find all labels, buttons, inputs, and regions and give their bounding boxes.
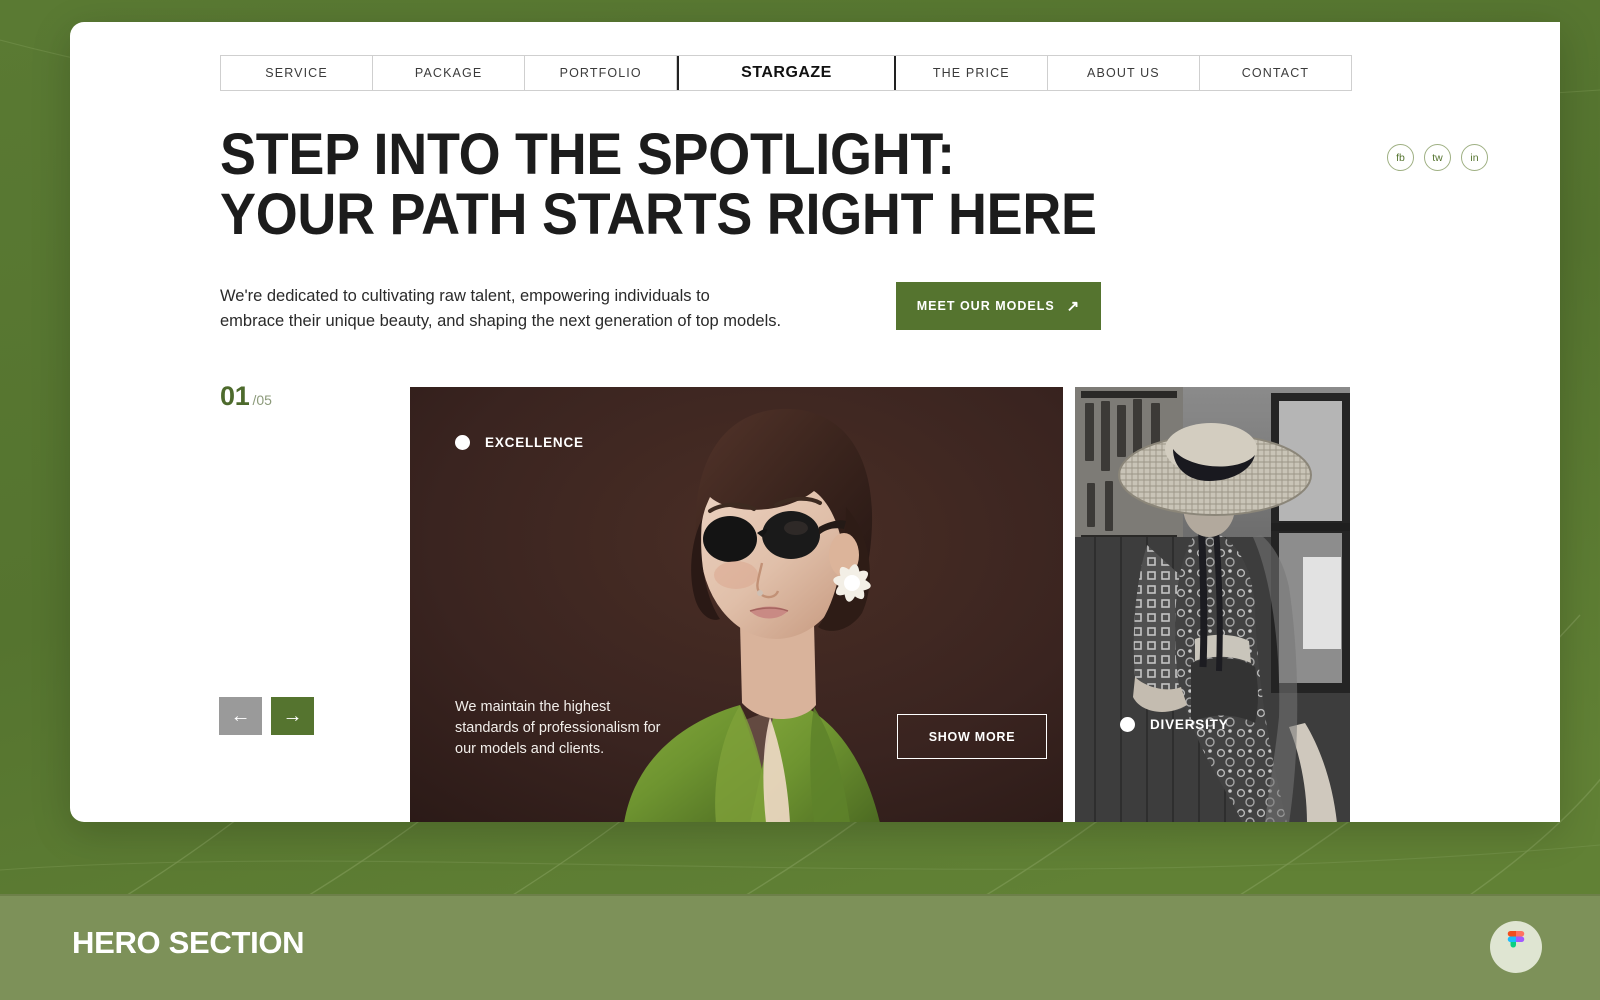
facebook-icon[interactable]: fb xyxy=(1387,144,1414,171)
hero-description: We're dedicated to cultivating raw talen… xyxy=(220,287,782,330)
card-tag-diversity: DIVERSITY xyxy=(1120,717,1229,732)
card-tag-excellence: EXCELLENCE xyxy=(455,435,584,450)
card-tag-label: DIVERSITY xyxy=(1150,717,1229,732)
slide-counter: 01 /05 xyxy=(220,381,272,412)
arrow-right-icon[interactable]: → xyxy=(271,697,314,735)
arrow-up-right-icon: ↗ xyxy=(1066,297,1081,315)
footer-bar: HERO SECTION xyxy=(0,894,1600,1000)
cta-label: MEET OUR MODELS xyxy=(916,299,1055,313)
show-more-button[interactable]: SHOW MORE xyxy=(897,714,1047,759)
nav-item-contact[interactable]: CONTACT xyxy=(1199,56,1352,90)
bullet-dot-icon xyxy=(455,435,470,450)
figma-icon[interactable] xyxy=(1490,921,1542,973)
figma-logo-glyph xyxy=(1507,931,1525,948)
footer-title: HERO SECTION xyxy=(72,925,305,960)
nav-item-about-us[interactable]: ABOUT US xyxy=(1047,56,1200,90)
arrow-left-icon[interactable]: ← xyxy=(219,697,262,735)
twitter-icon[interactable]: tw xyxy=(1424,144,1451,171)
kimono-model-photo xyxy=(1075,387,1350,822)
meet-our-models-button[interactable]: MEET OUR MODELS ↗ xyxy=(896,282,1101,330)
bullet-dot-icon xyxy=(1120,717,1135,732)
main-navigation: SERVICE PACKAGE PORTFOLIO STARGAZE THE P… xyxy=(220,55,1352,91)
nav-item-portfolio[interactable]: PORTFOLIO xyxy=(525,56,678,90)
card-tag-label: EXCELLENCE xyxy=(485,435,584,450)
nav-item-stargaze[interactable]: STARGAZE xyxy=(677,56,896,90)
page-title: STEP INTO THE SPOTLIGHT: YOUR PATH START… xyxy=(220,122,1097,247)
site-panel: SERVICE PACKAGE PORTFOLIO STARGAZE THE P… xyxy=(70,22,1560,822)
slider-navigation: ← → xyxy=(219,697,314,735)
slide-card-excellence[interactable]: EXCELLENCE We maintain the highest stand… xyxy=(410,387,1063,822)
slide-current: 01 xyxy=(220,381,250,411)
nav-item-the-price[interactable]: THE PRICE xyxy=(895,56,1048,90)
instagram-icon[interactable]: in xyxy=(1461,144,1488,171)
slide-card-diversity[interactable]: DIVERSITY xyxy=(1075,387,1350,822)
social-links: fb tw in xyxy=(1387,144,1488,171)
nav-item-service[interactable]: SERVICE xyxy=(220,56,374,90)
card-description: We maintain the highest standards of pro… xyxy=(455,699,661,758)
nav-item-package[interactable]: PACKAGE xyxy=(373,56,526,90)
slide-total: /05 xyxy=(252,392,272,408)
